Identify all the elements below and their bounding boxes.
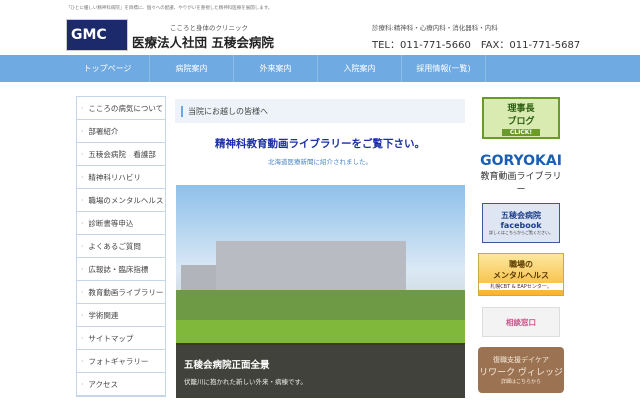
logo-text: GMC [71,27,107,43]
mh-title2: メンタルヘルス [493,271,549,280]
consultation-banner[interactable]: 相談窓口 [482,307,560,337]
daycare-line2: リワーク ヴィレッジ [479,368,563,378]
daycare-line3: 詳細はこちらから [500,379,541,385]
sidebar-item[interactable]: サイトマップ [77,327,165,350]
fb-note: 詳しくはこちらからご覧ください。 [489,230,553,235]
hospital-photo: 五稜会病院正面全景 伏籠川に抱かれた新しい外来・病棟です。 [176,185,465,398]
sidebar-item[interactable]: よくあるご質問 [77,235,165,258]
goryokai-sub: 教育動画ライブラリー [480,172,562,195]
sidebar-item[interactable]: アクセス [77,373,165,396]
nav-inpatient[interactable]: 入院案内 [318,55,402,82]
sidebar: こころの病気について 部署紹介 五稜会病院 看護部 精神科リハビリ 職場のメンタ… [76,96,166,397]
sidebar-item[interactable]: 学術関連 [77,304,165,327]
main-nav: トップページ 病院案内 外来案内 入院案内 採用情報(一覧) [0,55,640,82]
trees [176,290,465,320]
photo-caption: 伏籠川に抱かれた新しい外来・病棟です。 [184,378,307,386]
nav-outpatient[interactable]: 外来案内 [234,55,318,82]
blog-click: CLICK! [501,128,541,136]
sidebar-item[interactable]: 五稜会病院 看護部 [77,143,165,166]
goryokai-library-banner[interactable]: GORYOKAI 教育動画ライブラリー [478,153,564,195]
chairman-blog-banner[interactable]: 理事長ブログ CLICK! [482,97,560,139]
facebook-banner[interactable]: 五稜会病院 facebook 詳しくはこちらからご覧ください。 [482,203,560,243]
sidebar-item[interactable]: こころの病気について [77,97,165,120]
blog-sub: ブログ [507,116,535,127]
sidebar-item[interactable]: 広報誌・臨床指標 [77,258,165,281]
library-note: 北海道医療新聞に紹介されました。 [268,158,372,166]
heading-text: 当院にお越しの皆様へ [188,106,268,116]
nav-top[interactable]: トップページ [66,55,150,82]
photo-title: 五稜会病院正面全景 [184,360,270,371]
sidebar-item[interactable]: 教育動画ライブラリー [77,281,165,304]
sidebar-item[interactable]: 職場のメンタルヘルス [77,189,165,212]
facebook-icon: facebook [500,221,542,230]
mh-sub: 札幌CBT & EAPセンター。 [479,283,563,290]
hospital-name: 医療法人社団 五稜会病院 [132,35,274,50]
library-link[interactable]: 精神科教育動画ライブラリーをご覧下さい。 [175,136,465,151]
mental-health-banner[interactable]: 職場のメンタルヘルス札幌CBT & EAPセンター。 [478,253,564,296]
sidebar-item[interactable]: 精神科リハビリ [77,166,165,189]
contact-numbers: TEL：011-771-5660 FAX：011-771-5687 [372,40,581,51]
goryokai-logo: GORYOKAI [480,153,562,169]
nav-recruit[interactable]: 採用情報(一覧) [402,55,486,82]
logo[interactable]: GMC [66,19,128,51]
blog-title: 理事長 [507,103,535,114]
rework-village-banner[interactable]: 復職支援デイケアリワーク ヴィレッジ 詳細はこちらから [478,347,564,393]
sidebar-item[interactable]: フォトギャラリー [77,350,165,373]
fb-name: 五稜会病院 [501,211,541,220]
section-heading: 当院にお越しの皆様へ [175,99,465,123]
daycare-line1: 復職支援デイケア [493,356,549,364]
departments: 診療科:精神科・心療内科・消化器科・内科 [372,24,498,32]
sidebar-item[interactable]: 診断書等申込 [77,212,165,235]
sidebar-item[interactable]: 部署紹介 [77,120,165,143]
nav-hospital[interactable]: 病院案内 [150,55,234,82]
heading-bar [181,105,183,117]
mh-title: 職場の [509,260,533,269]
tagline: 「ひとに優しい精神科病院」を目標に、個々への配慮、やりがいを重視した精神科医療を… [66,6,273,11]
catchphrase: こころと身体のクリニック [170,24,248,32]
riverbank [176,320,465,345]
